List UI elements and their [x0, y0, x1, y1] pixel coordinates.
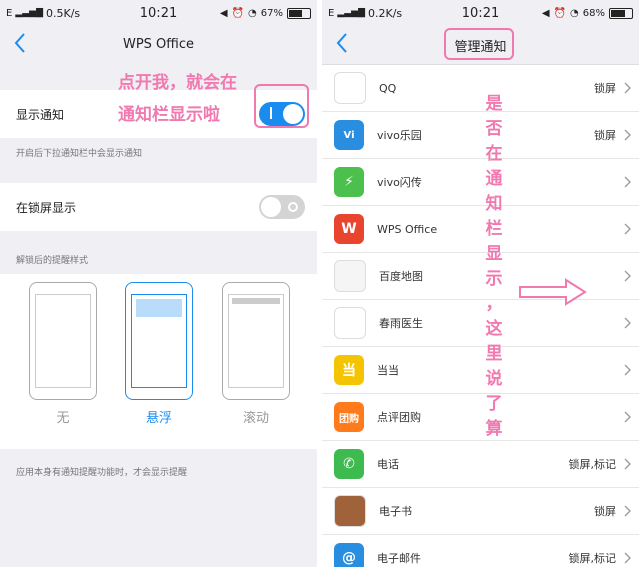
nav-bar: WPS Office	[0, 26, 317, 62]
alarm-icon: ⏰	[231, 7, 245, 19]
footer-hint: 应用本身有通知提醒功能时，才会显示提醒	[16, 468, 188, 478]
vertical-annotation: 是 否 在 通 知 栏 显 示 ， 这 里 说 了 算	[485, 94, 503, 439]
app-row-vivo-paradise[interactable]: Vi vivo乐园 锁屏	[322, 112, 639, 159]
battery-percent: 67%	[260, 7, 283, 19]
style-option-none[interactable]	[29, 282, 97, 400]
style-label-float: 悬浮	[145, 411, 172, 426]
app-row-dianping[interactable]: 团购 点评团购	[322, 394, 639, 441]
chevron-right-icon	[624, 82, 631, 94]
app-row-vivo-flash[interactable]: ⚡ vivo闪传	[322, 159, 639, 206]
right-screen: E ▂▃▅▇ 0.2K/s 10:21 ◀ ⏰ ◔ 68% 管理通知 QQ 锁屏 V…	[322, 0, 639, 567]
app-name: vivo闪传	[377, 176, 422, 189]
app-row-dangdang[interactable]: 当当当	[322, 347, 639, 394]
toggle-highlight-box	[254, 84, 309, 128]
style-label-scroll: 滚动	[242, 411, 269, 426]
back-arrow-icon[interactable]	[336, 32, 348, 54]
lockscreen-label: 在锁屏显示	[16, 200, 77, 215]
app-status: 锁屏	[594, 82, 616, 95]
notification-style-picker: 无 悬浮 滚动	[0, 274, 317, 449]
ebook-icon	[334, 495, 366, 527]
app-name: 当当	[377, 364, 399, 377]
chevron-right-icon	[624, 505, 631, 517]
toggle-off-mark-icon	[288, 202, 298, 212]
lockscreen-toggle[interactable]	[259, 195, 305, 219]
chevron-right-icon	[624, 364, 631, 376]
app-name: QQ	[379, 81, 397, 95]
wifi-icon: ◔	[248, 7, 257, 19]
chunyu-icon	[334, 307, 366, 339]
status-bar: E ▂▃▅▇ 0.2K/s 10:21 ◀ ⏰ ◔ 68%	[322, 0, 639, 26]
app-name: 百度地图	[379, 270, 423, 283]
style-option-scroll[interactable]	[222, 282, 290, 400]
style-option-float[interactable]	[125, 282, 193, 400]
style-label-none: 无	[56, 411, 70, 426]
signal-icon: ▂▃▅▇	[15, 8, 44, 18]
status-bar: E ▂▃▅▇ 0.5K/s 10:21 ◀ ⏰ ◔ 67%	[0, 0, 317, 26]
app-status: 锁屏,标记	[568, 458, 617, 471]
battery-icon	[609, 7, 633, 19]
chevron-right-icon	[624, 317, 631, 329]
chevron-right-icon	[624, 270, 631, 282]
app-row-email[interactable]: @ 电子邮件 锁屏,标记	[322, 535, 639, 567]
style-header: 解锁后的提醒样式	[16, 256, 89, 266]
mute-icon: ◀	[219, 7, 228, 19]
app-status: 锁屏	[594, 129, 616, 142]
qq-icon	[334, 72, 366, 104]
app-name: 春雨医生	[379, 317, 423, 330]
app-status: 锁屏	[594, 505, 616, 518]
clock: 10:21	[461, 5, 500, 21]
app-row-wps[interactable]: W WPS Office	[322, 206, 639, 253]
chevron-right-icon	[624, 129, 631, 141]
network-indicator: E	[6, 7, 13, 19]
chevron-right-icon	[624, 458, 631, 470]
annotation-line2: 通知栏显示啦	[118, 105, 220, 125]
app-name: vivo乐园	[377, 129, 422, 142]
app-notification-list: QQ 锁屏 Vi vivo乐园 锁屏 ⚡ vivo闪传 W WPS Office 百度地图 春雨医生…	[322, 65, 639, 567]
back-arrow-icon[interactable]	[14, 32, 26, 54]
pull-hint: 开启后下拉通知栏中会显示通知	[16, 149, 143, 159]
signal-icon: ▂▃▅▇	[337, 8, 366, 18]
app-name: WPS Office	[377, 222, 438, 236]
app-row-phone[interactable]: ✆ 电话 锁屏,标记	[322, 441, 639, 488]
app-name: 电子邮件	[377, 552, 421, 565]
wps-icon: W	[334, 214, 364, 244]
mute-icon: ◀	[541, 7, 550, 19]
annotation-line1: 点开我，就会在	[118, 73, 237, 93]
app-row-chunyu[interactable]: 春雨医生	[322, 300, 639, 347]
alarm-icon: ⏰	[553, 7, 567, 19]
chevron-right-icon	[624, 411, 631, 423]
app-row-qq[interactable]: QQ 锁屏	[322, 65, 639, 112]
app-row-ebook[interactable]: 电子书 锁屏	[322, 488, 639, 535]
vivo-flash-icon: ⚡	[334, 167, 364, 197]
app-row-baidu-map[interactable]: 百度地图	[322, 253, 639, 300]
chevron-right-icon	[624, 552, 631, 564]
baidu-map-icon	[334, 260, 366, 292]
net-speed: 0.2K/s	[368, 6, 403, 20]
battery-icon	[287, 7, 311, 19]
network-indicator: E	[328, 7, 335, 19]
page-title: WPS Office	[122, 36, 195, 52]
net-speed: 0.5K/s	[46, 6, 81, 20]
app-name: 点评团购	[377, 411, 421, 424]
toggle-knob	[261, 197, 281, 217]
wifi-icon: ◔	[570, 7, 579, 19]
clock: 10:21	[139, 5, 178, 21]
app-status: 锁屏,标记	[568, 552, 617, 565]
chevron-right-icon	[624, 176, 631, 188]
show-notification-label: 显示通知	[16, 107, 65, 122]
dangdang-icon: 当	[334, 355, 364, 385]
right-arrow-icon	[519, 278, 587, 306]
lockscreen-row[interactable]: 在锁屏显示	[0, 183, 317, 231]
title-highlight-box	[444, 28, 514, 60]
dianping-icon: 团购	[334, 402, 364, 432]
chevron-right-icon	[624, 223, 631, 235]
vivo-paradise-icon: Vi	[334, 120, 364, 150]
email-icon: @	[334, 543, 364, 567]
app-name: 电子书	[379, 505, 412, 518]
phone-icon: ✆	[334, 449, 364, 479]
battery-percent: 68%	[582, 7, 605, 19]
app-name: 电话	[377, 458, 399, 471]
